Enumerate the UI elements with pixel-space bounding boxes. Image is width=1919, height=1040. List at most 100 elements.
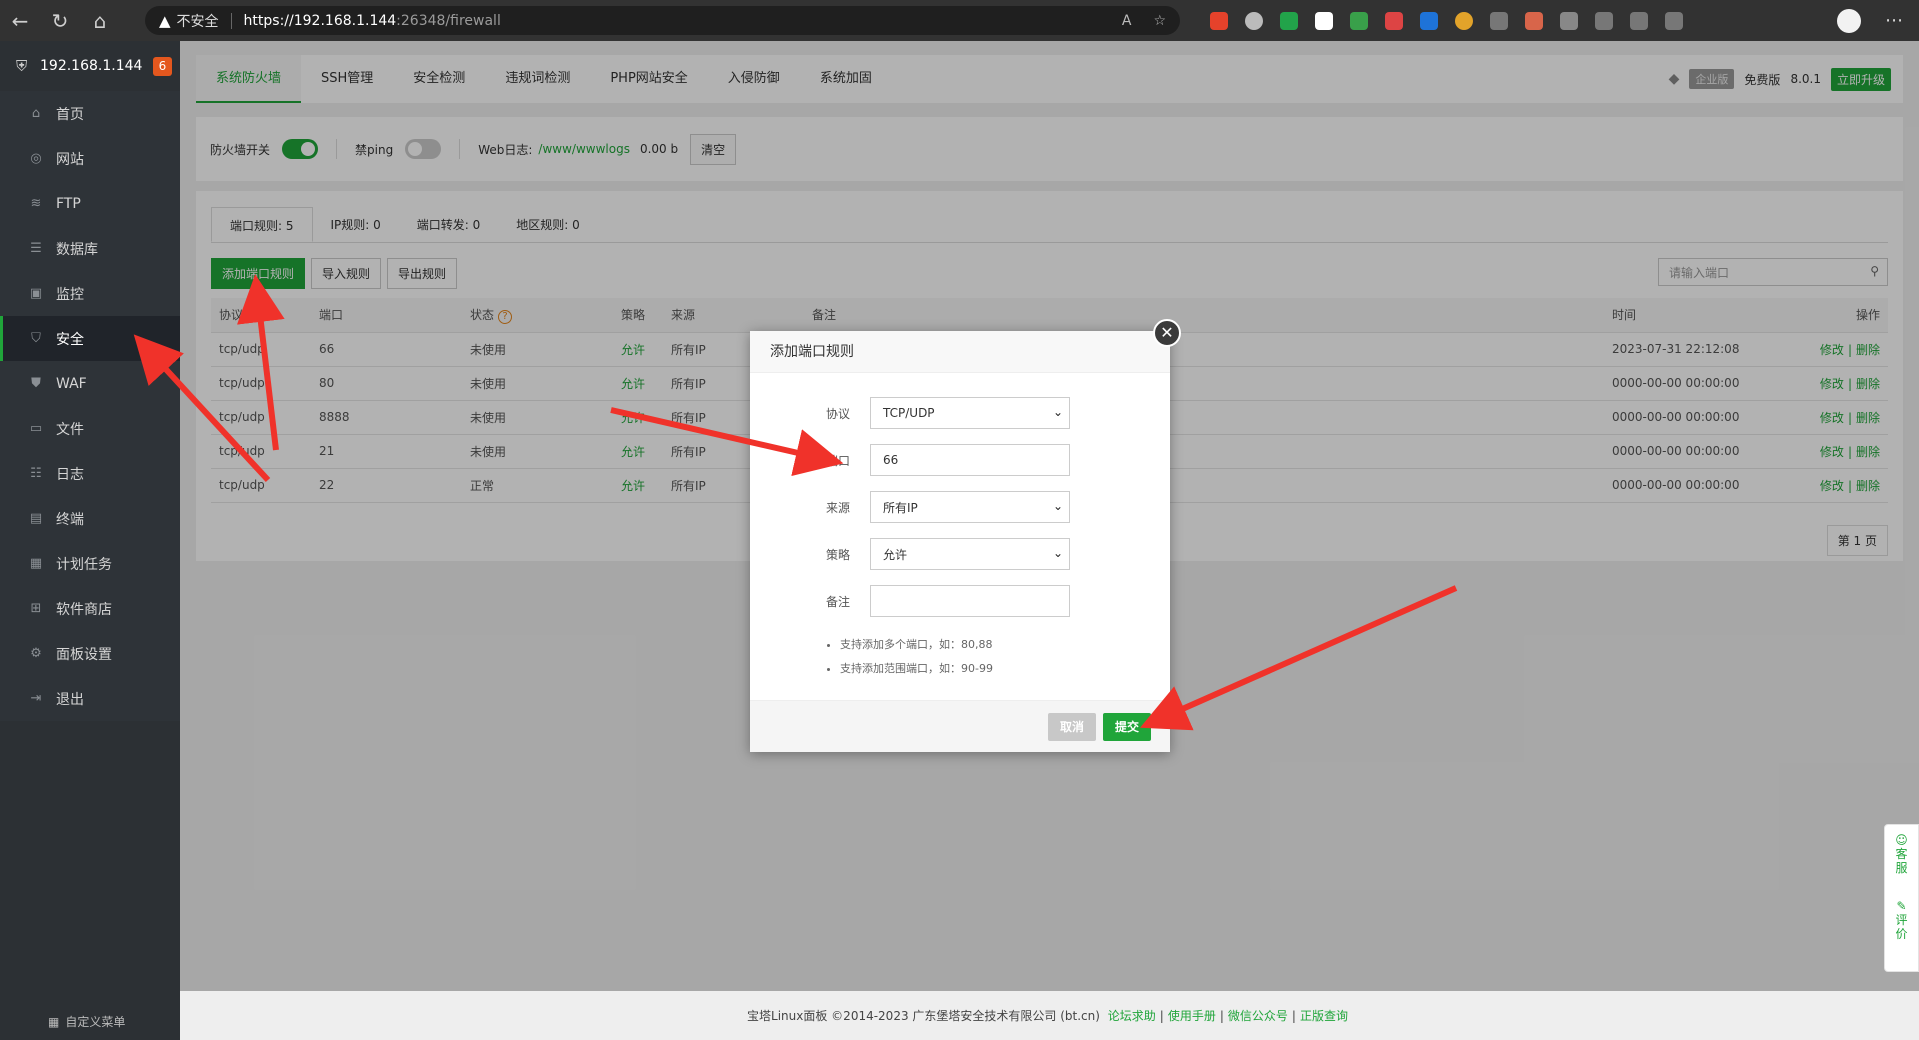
browser-menu-icon[interactable]: ⋯ xyxy=(1885,10,1903,31)
extension-icon[interactable] xyxy=(1455,11,1473,30)
sidebar-item-label: 面板设置 xyxy=(56,646,112,663)
sidebar-item-13[interactable]: ⇥ 退出 xyxy=(0,676,180,721)
dialog-hints: 支持添加多个端口，如：80,88 支持添加范围端口，如：90-99 xyxy=(830,633,993,681)
dialog-title: 添加端口规则 xyxy=(750,331,1170,373)
sidebar-item-3[interactable]: ☰ 数据库 xyxy=(0,226,180,271)
globe-icon: ◎ xyxy=(30,151,42,166)
database-icon: ☰ xyxy=(30,241,42,256)
sidebar-item-12[interactable]: ⚙ 面板设置 xyxy=(0,631,180,676)
review-char-1: 评 xyxy=(1895,913,1908,927)
extension-icon[interactable] xyxy=(1385,11,1403,30)
page-footer: 宝塔Linux面板 ©2014-2023 广东堡塔安全技术有限公司 (bt.cn… xyxy=(180,991,1919,1040)
source-select[interactable]: 所有IP ⌄ xyxy=(870,491,1070,523)
cancel-button[interactable]: 取消 xyxy=(1048,713,1097,741)
sidebar-item-label: 计划任务 xyxy=(56,556,112,573)
port-row: 端口 66 xyxy=(750,444,1170,476)
grid-icon: ▦ xyxy=(48,1014,60,1029)
url-divider xyxy=(230,12,232,29)
notification-badge[interactable]: 6 xyxy=(153,57,172,76)
collections-icon[interactable] xyxy=(1630,11,1648,30)
calendar-icon: ▦ xyxy=(29,556,43,571)
reload-icon[interactable]: ↻ xyxy=(40,0,80,41)
service-char-1: 客 xyxy=(1895,847,1908,861)
ftp-icon: ≋ xyxy=(30,196,42,211)
back-icon[interactable]: ← xyxy=(0,0,40,41)
favorite-star-icon[interactable]: ☆ xyxy=(1153,13,1166,29)
note-row: 备注 xyxy=(750,585,1170,617)
source-label: 来源 xyxy=(825,500,850,515)
extension-icon[interactable] xyxy=(1315,11,1333,30)
custom-menu-link[interactable]: ▦ 自定义菜单 xyxy=(48,1013,125,1030)
dialog-footer: 取消 提交 xyxy=(750,700,1170,752)
hint-range-port: 支持添加范围端口，如：90-99 xyxy=(840,657,993,681)
port-label: 端口 xyxy=(825,453,850,468)
note-label: 备注 xyxy=(825,594,850,609)
puzzle-icon[interactable] xyxy=(1560,11,1578,30)
sidebar-item-1[interactable]: ◎ 网站 xyxy=(0,136,180,181)
sidebar-item-6[interactable]: ⛊ WAF xyxy=(0,361,180,406)
port-value: 66 xyxy=(883,453,899,467)
server-shield-icon: ⛨ xyxy=(16,57,28,75)
sidebar-item-7[interactable]: ▭ 文件 xyxy=(0,406,180,451)
home-browser-icon[interactable]: ⌂ xyxy=(80,0,120,41)
logout-icon: ⇥ xyxy=(30,691,42,706)
sidebar-item-label: 终端 xyxy=(56,511,84,528)
hint-multi-port: 支持添加多个端口，如：80,88 xyxy=(840,633,993,657)
sidebar-item-label: 监控 xyxy=(56,286,84,303)
sidebar-item-label: WAF xyxy=(56,375,87,392)
split-screen-icon[interactable] xyxy=(1595,11,1613,30)
sidebar-item-label: 文件 xyxy=(56,421,84,438)
source-value: 所有IP xyxy=(883,500,918,515)
chevron-down-icon: ⌄ xyxy=(1052,546,1063,560)
footer-sep: | xyxy=(1219,1008,1224,1023)
grid-icon: ⊞ xyxy=(30,601,42,616)
note-input[interactable] xyxy=(870,585,1070,617)
footer-link-manual[interactable]: 使用手册 xyxy=(1168,1007,1216,1024)
service-char-2: 服 xyxy=(1895,861,1908,875)
footer-sep: | xyxy=(1159,1008,1164,1023)
port-input[interactable]: 66 xyxy=(870,444,1070,476)
read-aloud-icon[interactable]: A xyxy=(1122,13,1132,29)
warning-icon: ▲ xyxy=(159,11,171,30)
extension-icon[interactable] xyxy=(1245,11,1263,30)
custom-menu-label: 自定义菜单 xyxy=(65,1015,126,1029)
sidebar-item-4[interactable]: ▣ 监控 xyxy=(0,271,180,316)
extension-icon[interactable] xyxy=(1490,11,1508,30)
sidebar-item-10[interactable]: ▦ 计划任务 xyxy=(0,541,180,586)
performance-icon[interactable] xyxy=(1665,11,1683,30)
sidebar-item-label: 安全 xyxy=(56,331,84,348)
extension-icon[interactable] xyxy=(1420,11,1438,30)
sidebar-item-label: FTP xyxy=(56,195,81,212)
footer-link-license[interactable]: 正版查询 xyxy=(1300,1007,1348,1024)
sidebar-item-11[interactable]: ⊞ 软件商店 xyxy=(0,586,180,631)
policy-select[interactable]: 允许 ⌄ xyxy=(870,538,1070,570)
headset-icon: ☺ xyxy=(1895,833,1908,847)
address-bar[interactable]: ▲ 不安全 https://192.168.1.144:26348/firewa… xyxy=(145,6,1180,35)
submit-button[interactable]: 提交 xyxy=(1103,713,1152,741)
sidebar-item-0[interactable]: ⌂ 首页 xyxy=(0,91,180,136)
chevron-down-icon: ⌄ xyxy=(1052,405,1063,419)
extension-icon[interactable] xyxy=(1210,11,1228,30)
extensions-bar xyxy=(1210,0,1683,41)
terminal-icon: ▤ xyxy=(29,511,43,526)
sidebar-item-2[interactable]: ≋ FTP xyxy=(0,181,180,226)
extension-icon[interactable] xyxy=(1525,11,1543,30)
footer-link-forum[interactable]: 论坛求助 xyxy=(1108,1007,1156,1024)
extension-icon[interactable] xyxy=(1350,11,1368,30)
shield-extension-icon[interactable] xyxy=(1280,11,1298,30)
floating-support[interactable]: ☺ 客 服 ✎ 评 价 xyxy=(1884,824,1919,972)
protocol-value: TCP/UDP xyxy=(883,406,935,420)
sidebar-item-8[interactable]: ☷ 日志 xyxy=(0,451,180,496)
security-label: 不安全 xyxy=(176,13,219,30)
protocol-select[interactable]: TCP/UDP ⌄ xyxy=(870,397,1070,429)
sidebar-header: ⛨ 192.168.1.144 6 xyxy=(0,41,180,91)
profile-avatar[interactable] xyxy=(1837,9,1861,33)
sidebar-item-9[interactable]: ▤ 终端 xyxy=(0,496,180,541)
footer-link-wechat[interactable]: 微信公众号 xyxy=(1228,1007,1288,1024)
close-icon[interactable]: ✕ xyxy=(1153,319,1181,347)
monitor-icon: ▣ xyxy=(29,286,43,301)
sidebar-item-5[interactable]: ⛉ 安全 xyxy=(0,316,180,361)
footer-sep: | xyxy=(1291,1008,1296,1023)
log-icon: ☷ xyxy=(30,466,42,481)
copyright: 宝塔Linux面板 ©2014-2023 广东堡塔安全技术有限公司 (bt.cn… xyxy=(747,1009,1100,1023)
